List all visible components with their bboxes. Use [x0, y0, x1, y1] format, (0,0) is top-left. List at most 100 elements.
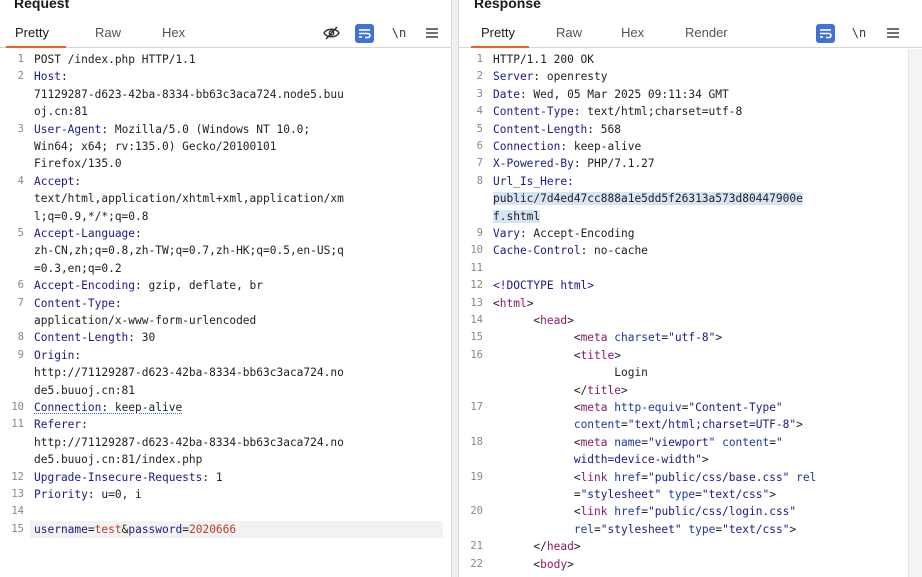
- code-text: Login: [493, 364, 648, 381]
- wrap-lines-icon[interactable]: [816, 24, 835, 43]
- code-line[interactable]: 11: [459, 260, 922, 277]
- code-text: User-Agent: Mozilla/5.0 (Windows NT 10.0…: [34, 121, 310, 138]
- code-token: <: [493, 470, 581, 484]
- code-token: =: [182, 522, 189, 536]
- code-line[interactable]: =0.3,en;q=0.2: [0, 260, 451, 277]
- code-line[interactable]: 10 Cache-Control: no-cache: [459, 242, 922, 259]
- eye-slash-icon[interactable]: [321, 23, 341, 43]
- response-tab-hex[interactable]: Hex: [621, 25, 644, 40]
- code-line[interactable]: de5.buuoj.cn:81/index.php: [0, 451, 451, 468]
- response-scrollbar[interactable]: [908, 49, 922, 577]
- code-line[interactable]: 13 <html>: [459, 295, 922, 312]
- code-line[interactable]: 71129287-d623-42ba-8334-bb63c3aca724.nod…: [0, 86, 451, 103]
- code-line[interactable]: 17 <meta http-equiv="Content-Type": [459, 399, 922, 416]
- code-line[interactable]: 8 Content-Length: 30: [0, 329, 451, 346]
- code-token: type: [668, 488, 696, 501]
- code-line[interactable]: 14 <head>: [459, 312, 922, 329]
- panel-divider[interactable]: [451, 0, 459, 577]
- code-text: f.shtml: [493, 208, 541, 225]
- code-line[interactable]: 7 X-Powered-By: PHP/7.1.27: [459, 155, 922, 172]
- code-line[interactable]: 5 Accept-Language:: [0, 225, 451, 242]
- code-token: <: [493, 348, 581, 362]
- request-tab-hex[interactable]: Hex: [162, 25, 185, 40]
- code-token: text/html,application/xhtml+xml,applicat…: [34, 192, 344, 206]
- code-line[interactable]: 11 Referer:: [0, 416, 451, 433]
- code-token: Accept: [34, 174, 75, 188]
- code-line[interactable]: </title>: [459, 382, 922, 399]
- wrap-lines-icon[interactable]: [355, 24, 374, 43]
- code-text: l;q=0.9,*/*;q=0.8: [34, 208, 149, 225]
- code-line[interactable]: 9 Origin:: [0, 347, 451, 364]
- hamburger-menu-icon[interactable]: [885, 23, 901, 43]
- code-token: :: [114, 296, 122, 310]
- code-line[interactable]: 14: [0, 503, 451, 520]
- code-line[interactable]: width=device-width">: [459, 451, 922, 468]
- code-line[interactable]: 22 <body>: [459, 556, 922, 573]
- code-line[interactable]: 20 <link href="public/css/login.css": [459, 503, 922, 520]
- code-line[interactable]: 4 Content-Type: text/html;charset=utf-8: [459, 103, 922, 120]
- code-token: =: [695, 488, 702, 501]
- code-line[interactable]: ="stylesheet" type="text/css">: [459, 486, 922, 503]
- code-line[interactable]: 3 User-Agent: Mozilla/5.0 (Windows NT 10.…: [0, 121, 451, 138]
- code-line[interactable]: 9 Vary: Accept-Encoding: [459, 225, 922, 242]
- code-text: ="stylesheet" type="text/css">: [493, 486, 776, 503]
- code-line[interactable]: 2 Server: openresty: [459, 68, 922, 85]
- code-line[interactable]: 5 Content-Length: 568: [459, 121, 922, 138]
- code-line[interactable]: 12 Upgrade-Insecure-Requests: 1: [0, 469, 451, 486]
- code-line[interactable]: 2 Host:: [0, 68, 451, 85]
- hamburger-menu-icon[interactable]: [424, 23, 440, 43]
- code-line[interactable]: 15 <meta charset="utf-8">: [459, 329, 922, 346]
- line-number: 20: [470, 505, 483, 518]
- code-line[interactable]: 6 Connection: keep-alive: [459, 138, 922, 155]
- code-line[interactable]: 8 Url_Is_Here:: [459, 173, 922, 190]
- response-tab-raw[interactable]: Raw: [556, 25, 582, 40]
- code-line[interactable]: content="text/html;charset=UTF-8">: [459, 416, 922, 433]
- code-token: "text/css": [701, 488, 770, 501]
- response-tab-pretty[interactable]: Pretty: [481, 25, 515, 40]
- code-line[interactable]: 15 username=test&password=2020666: [11, 520, 443, 539]
- code-line[interactable]: Login: [459, 364, 922, 381]
- code-line[interactable]: f.shtml: [459, 208, 922, 225]
- code-line[interactable]: 12 <!DOCTYPE html>: [459, 277, 922, 294]
- code-line[interactable]: l;q=0.9,*/*;q=0.8: [0, 208, 451, 225]
- code-line[interactable]: 6 Accept-Encoding: gzip, deflate, br: [0, 277, 451, 294]
- code-line[interactable]: 18 <meta name="viewport" content=": [459, 434, 922, 451]
- code-token: Host: [34, 70, 61, 84]
- code-line[interactable]: public/7d4ed47cc888a1e5dd5f26313a573d804…: [459, 190, 922, 207]
- response-tab-render[interactable]: Render: [685, 25, 728, 40]
- code-token: >: [567, 314, 574, 327]
- code-token: Upgrade-Insecure-Requests: [34, 470, 203, 484]
- code-line[interactable]: 7 Content-Type:: [0, 295, 451, 312]
- code-text: width=device-width">: [493, 451, 709, 468]
- code-line[interactable]: 16 <title>: [459, 347, 922, 364]
- code-text: =0.3,en;q=0.2: [34, 260, 122, 277]
- code-line[interactable]: text/html,application/xhtml+xml,applicat…: [0, 190, 451, 207]
- code-text: POST /index.php HTTP/1.1: [34, 51, 196, 68]
- code-line[interactable]: 10 Connection: keep-alive: [0, 399, 451, 416]
- line-number: 9: [476, 227, 483, 239]
- code-line[interactable]: 13 Priority: u=0, i: [0, 486, 451, 503]
- code-line[interactable]: http://71129287-d623-42ba-8334-bb63c3aca…: [0, 364, 451, 381]
- code-line[interactable]: application/x-www-form-urlencoded: [0, 312, 451, 329]
- code-line[interactable]: rel="stylesheet" type="text/css">: [459, 521, 922, 538]
- code-line[interactable]: http://71129287-d623-42ba-8334-bb63c3aca…: [0, 434, 451, 451]
- code-line[interactable]: 19 <link href="public/css/base.css" rel: [459, 469, 922, 486]
- code-line[interactable]: 1 HTTP/1.1 200 OK: [459, 51, 922, 68]
- code-line[interactable]: Firefox/135.0: [0, 155, 451, 172]
- code-line[interactable]: 1 POST /index.php HTTP/1.1: [0, 51, 451, 68]
- request-tab-pretty[interactable]: Pretty: [15, 25, 49, 40]
- newline-toggle[interactable]: \n: [851, 23, 867, 43]
- code-token: >: [567, 557, 574, 571]
- code-line[interactable]: zh-CN,zh;q=0.8,zh-TW;q=0.7,zh-HK;q=0.5,e…: [0, 242, 451, 259]
- code-line[interactable]: de5.buuoj.cn:81: [0, 382, 451, 399]
- code-line[interactable]: 21 </head>: [459, 538, 922, 555]
- code-line[interactable]: Win64; x64; rv:135.0) Gecko/20100101: [0, 138, 451, 155]
- code-line[interactable]: oj.cn:81: [0, 103, 451, 120]
- request-tab-raw[interactable]: Raw: [95, 25, 121, 40]
- response-editor[interactable]: 1 HTTP/1.1 200 OK 2 Server: openresty 3 Date:…: [459, 49, 922, 577]
- code-line[interactable]: 3 Date: Wed, 05 Mar 2025 09:11:34 GMT: [459, 86, 922, 103]
- code-token: :: [567, 174, 574, 188]
- code-line[interactable]: 4 Accept:: [0, 173, 451, 190]
- newline-toggle[interactable]: \n: [391, 23, 407, 43]
- request-editor[interactable]: 1 POST /index.php HTTP/1.1 2 Host: 71129287-…: [0, 49, 451, 577]
